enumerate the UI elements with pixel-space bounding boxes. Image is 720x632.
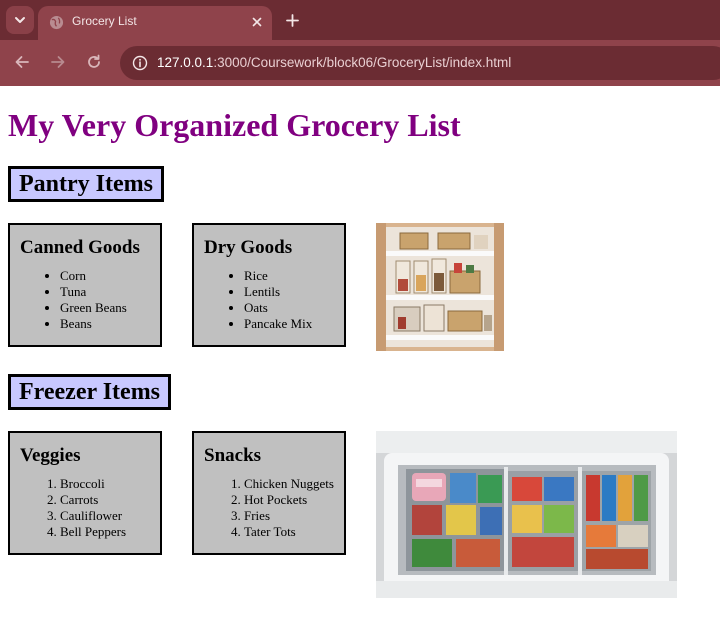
dry-goods-card: Dry Goods Rice Lentils Oats Pancake Mix xyxy=(192,223,346,347)
list-item: Tuna xyxy=(60,284,150,300)
list-item: Bell Peppers xyxy=(60,524,150,540)
list-item: Pancake Mix xyxy=(244,316,334,332)
back-arrow-icon xyxy=(15,56,29,68)
list-item: Lentils xyxy=(244,284,334,300)
pantry-shelf-image xyxy=(376,223,504,351)
veggies-card: Veggies Broccoli Carrots Cauliflower Bel… xyxy=(8,431,162,555)
list-item: Fries xyxy=(244,508,334,524)
url-path: :3000/Coursework/block06/GroceryList/ind… xyxy=(213,55,512,70)
chevron-down-icon xyxy=(15,17,25,23)
card-title: Snacks xyxy=(204,445,262,466)
card-title: Dry Goods xyxy=(204,237,293,258)
tab-search-button[interactable] xyxy=(6,6,34,34)
site-info-icon[interactable] xyxy=(132,55,148,71)
address-bar[interactable]: 127.0.0.1:3000/Coursework/block06/Grocer… xyxy=(120,46,720,80)
list-item: Rice xyxy=(244,268,334,284)
list-item: Carrots xyxy=(60,492,150,508)
list-item: Broccoli xyxy=(60,476,150,492)
tab-title: Grocery List xyxy=(72,14,137,28)
list-item: Beans xyxy=(60,316,150,332)
freezer-section-heading: Freezer Items xyxy=(8,374,172,410)
list-item: Hot Pockets xyxy=(244,492,334,508)
pantry-section-heading: Pantry Items xyxy=(8,166,164,202)
url-text: 127.0.0.1:3000/Coursework/block06/Grocer… xyxy=(157,55,511,70)
list-item: Tater Tots xyxy=(244,524,334,540)
freezer-image xyxy=(376,431,677,598)
snacks-card: Snacks Chicken Nuggets Hot Pockets Fries… xyxy=(192,431,346,555)
forward-arrow-icon xyxy=(51,56,65,68)
list-item: Green Beans xyxy=(60,300,150,316)
card-title: Canned Goods xyxy=(20,237,140,258)
grocery-list: Broccoli Carrots Cauliflower Bell Pepper… xyxy=(20,476,150,540)
list-item: Chicken Nuggets xyxy=(244,476,334,492)
reload-button[interactable] xyxy=(84,52,104,72)
list-item: Corn xyxy=(60,268,150,284)
forward-button[interactable] xyxy=(48,52,68,72)
plus-icon xyxy=(285,13,299,27)
browser-tab-active[interactable]: Grocery List xyxy=(38,6,272,40)
page-title: My Very Organized Grocery List xyxy=(8,107,461,143)
grocery-list: Corn Tuna Green Beans Beans xyxy=(20,268,150,332)
close-icon xyxy=(252,17,262,27)
new-tab-button[interactable] xyxy=(282,10,302,30)
canned-goods-card: Canned Goods Corn Tuna Green Beans Beans xyxy=(8,223,162,347)
grocery-list: Chicken Nuggets Hot Pockets Fries Tater … xyxy=(204,476,334,540)
list-item: Cauliflower xyxy=(60,508,150,524)
close-tab-button[interactable] xyxy=(248,13,266,31)
back-button[interactable] xyxy=(12,52,32,72)
url-host: 127.0.0.1 xyxy=(157,55,214,70)
globe-favicon-icon xyxy=(49,15,64,30)
browser-tabstrip: Grocery List xyxy=(0,0,720,40)
browser-toolbar: 127.0.0.1:3000/Coursework/block06/Grocer… xyxy=(0,40,720,86)
card-title: Veggies xyxy=(20,445,81,466)
reload-icon xyxy=(88,54,100,68)
grocery-list: Rice Lentils Oats Pancake Mix xyxy=(204,268,334,332)
list-item: Oats xyxy=(244,300,334,316)
